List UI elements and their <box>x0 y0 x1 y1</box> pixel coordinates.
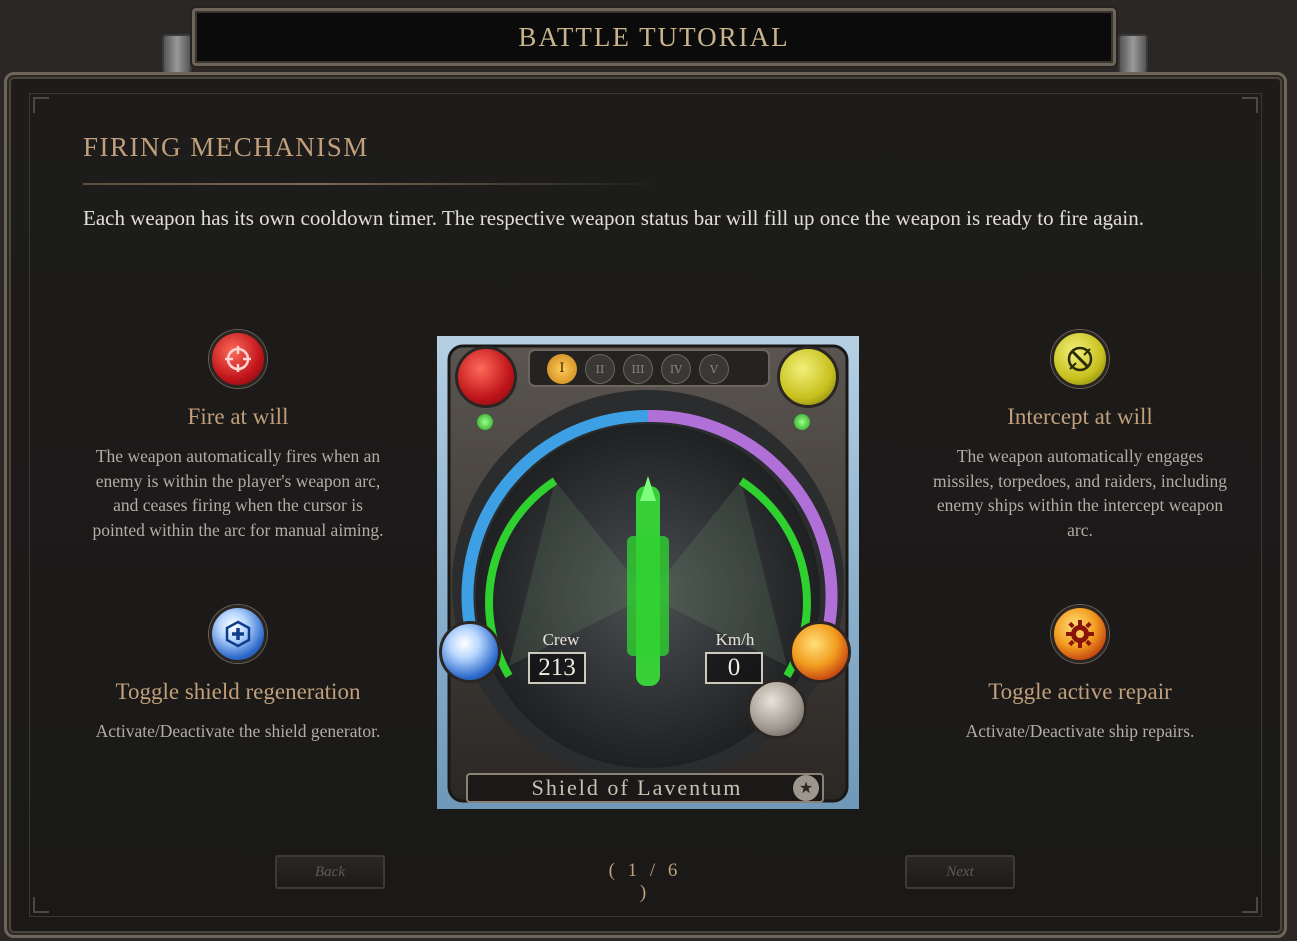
status-light-icon <box>477 414 493 430</box>
card-shield-button-icon <box>439 621 501 683</box>
feature-text: The weapon automatically engages missile… <box>932 446 1228 540</box>
corner-ornament <box>33 897 49 913</box>
corner-ornament <box>1242 97 1258 113</box>
weapon-tab: V <box>699 354 729 384</box>
weapon-group-tabs: I II III IV V <box>547 354 729 384</box>
section-title: FIRING MECHANISM <box>83 132 369 162</box>
back-button[interactable]: Back <box>275 855 385 889</box>
card-fire-button-icon <box>455 346 517 408</box>
speed-label: Km/h <box>715 630 755 649</box>
feature-title: Fire at will <box>187 404 289 429</box>
left-bolt-ornament <box>162 34 192 74</box>
speed-value: 0 <box>705 652 763 684</box>
star-icon: ★ <box>793 775 819 801</box>
weapon-tab: I <box>547 354 577 384</box>
ship-status-panel-image: I II III IV V Crew 213 Km/h 0 Shield of … <box>437 336 859 809</box>
crosshair-icon <box>209 330 267 388</box>
weapon-tab: III <box>623 354 653 384</box>
feature-text: Activate/Deactivate ship repairs. <box>965 721 1195 741</box>
title-bar: BATTLE TUTORIAL <box>192 8 1116 66</box>
card-repair-button-icon <box>789 621 851 683</box>
section-divider <box>83 183 663 185</box>
shield-plus-icon <box>209 605 267 663</box>
section-description: Each weapon has its own cooldown timer. … <box>83 206 1144 230</box>
weapon-tab: IV <box>661 354 691 384</box>
corner-ornament <box>33 97 49 113</box>
next-button[interactable]: Next <box>905 855 1015 889</box>
feature-title: Toggle active repair <box>988 679 1172 704</box>
feature-text: Activate/Deactivate the shield generator… <box>95 721 381 741</box>
feature-intercept-at-will: Intercept at will The weapon automatical… <box>920 330 1240 542</box>
page-indicator: ( 1 / 6 ) <box>608 860 682 903</box>
right-bolt-ornament <box>1118 34 1148 74</box>
status-light-icon <box>794 414 810 430</box>
card-intercept-button-icon <box>777 346 839 408</box>
ship-status-illustration <box>447 344 849 803</box>
corner-ornament <box>1242 897 1258 913</box>
crew-label: Crew <box>542 630 580 649</box>
feature-toggle-repair: Toggle active repair Activate/Deactivate… <box>920 605 1240 744</box>
intercept-icon <box>1051 330 1109 388</box>
window-title: BATTLE TUTORIAL <box>518 21 790 52</box>
feature-text: The weapon automatically fires when an e… <box>92 446 384 540</box>
feature-title: Intercept at will <box>1007 404 1153 429</box>
crew-value: 213 <box>528 652 586 684</box>
feature-title: Toggle shield regeneration <box>115 679 361 704</box>
ship-name: Shield of Laventum <box>531 775 743 800</box>
feature-fire-at-will: Fire at will The weapon automatically fi… <box>78 330 398 542</box>
magnifier-icon <box>747 679 807 739</box>
feature-toggle-shield: Toggle shield regeneration Activate/Deac… <box>78 605 398 744</box>
gear-repair-icon <box>1051 605 1109 663</box>
weapon-tab: II <box>585 354 615 384</box>
